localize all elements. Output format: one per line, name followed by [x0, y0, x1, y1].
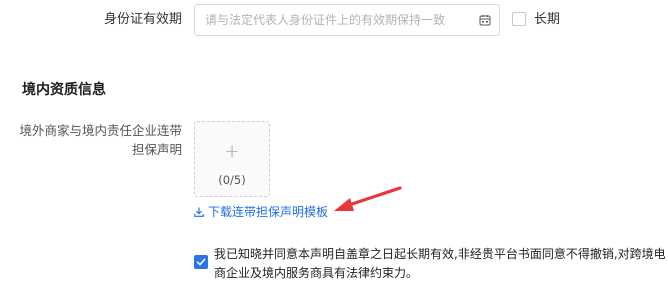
upload-count: (0/5) [218, 173, 246, 187]
annotation-arrow [334, 186, 402, 211]
checkmark-icon [196, 258, 206, 266]
qualification-form: 身份证有效期 长期 境内资质信息 境外商家与境内责任企业连带担保声明 + (0/… [0, 0, 668, 302]
validity-period-label: 身份证有效期 [103, 12, 182, 27]
download-icon [194, 207, 204, 217]
guarantee-statement-label: 境外商家与境内责任企业连带担保声明 [19, 123, 182, 157]
validity-date-input[interactable] [205, 5, 465, 35]
long-term-label[interactable]: 长期 [534, 10, 560, 30]
agreement-checkbox[interactable] [194, 255, 208, 269]
plus-icon: + [224, 141, 240, 162]
section-title: 境内资质信息 [22, 82, 106, 98]
download-template-text[interactable]: 下载连带担保声明模板 [208, 204, 328, 220]
download-template-link[interactable]: 下载连带担保声明模板 [194, 204, 328, 220]
calendar-icon[interactable] [479, 14, 491, 26]
validity-date-field[interactable] [194, 4, 500, 36]
long-term-checkbox[interactable] [512, 12, 526, 26]
guarantee-upload-box[interactable]: + (0/5) [194, 121, 270, 197]
agreement-text[interactable]: 我已知晓并同意本声明自盖章之日起长期有效,非经贵平台书面同意不得撤销,对跨境电商… [214, 245, 666, 283]
